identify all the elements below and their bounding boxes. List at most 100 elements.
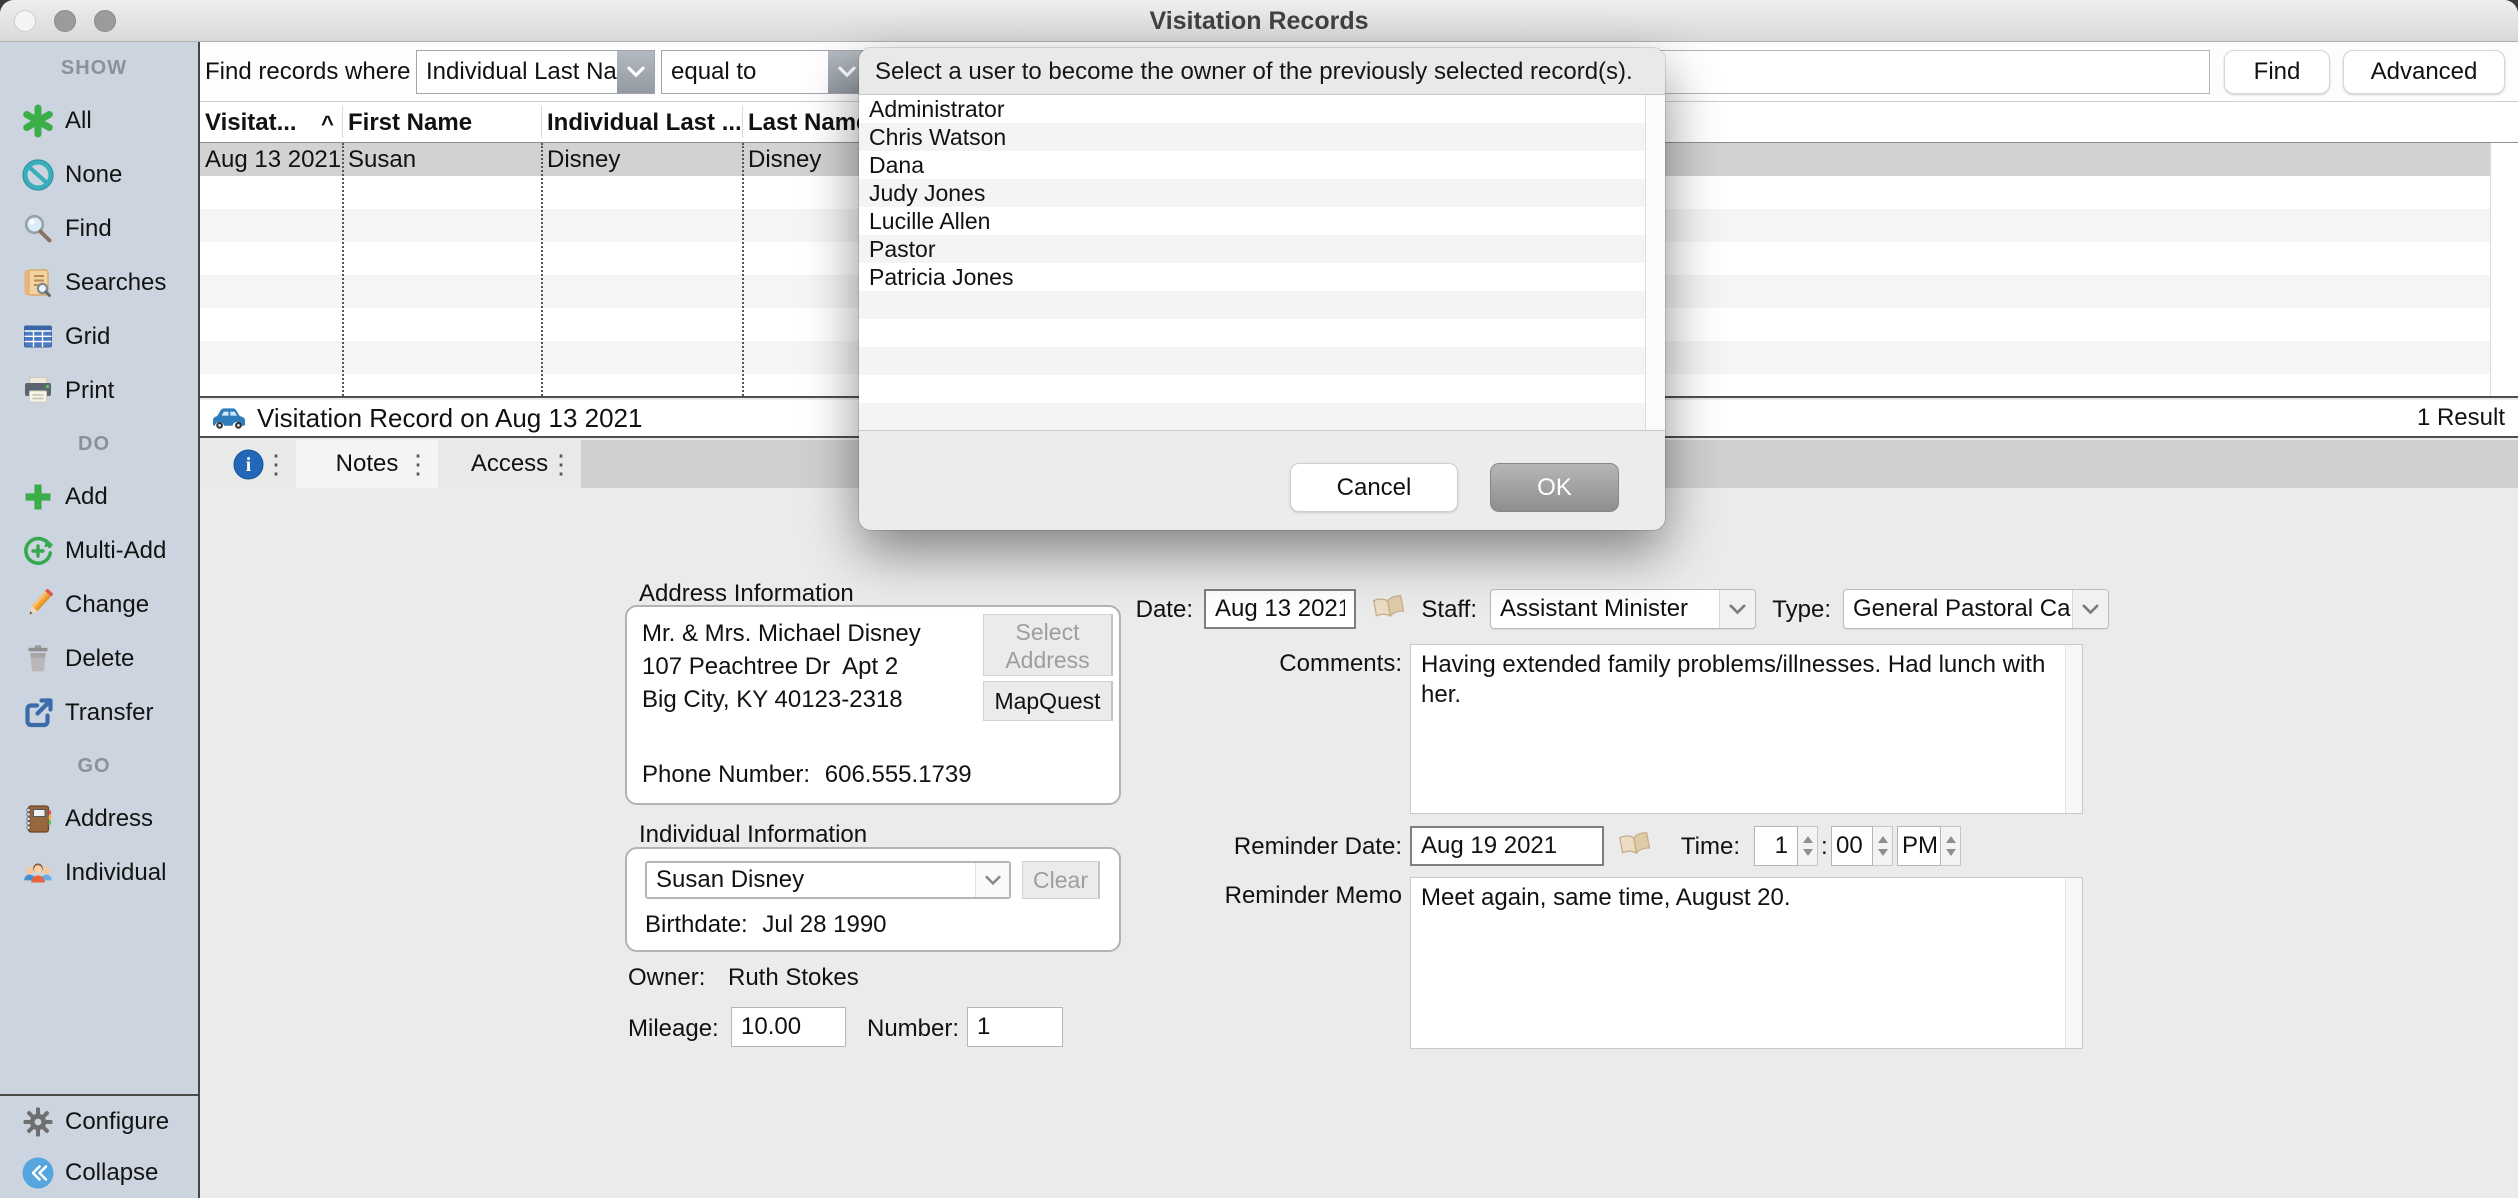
sidebar-item-transfer[interactable]: Transfer [0,686,198,740]
table-header-gutter [2490,102,2518,142]
column-header-individual-last-name[interactable]: Individual Last ... [547,102,742,143]
type-label: Type: [1690,596,1831,624]
reminder-date-label: Reminder Date: [1160,833,1402,861]
sidebar-section-go: GO [0,740,198,792]
info-icon: i [233,449,264,480]
column-header-first-name[interactable]: First Name [348,102,472,143]
sidebar-item-configure[interactable]: Configure [0,1096,198,1147]
sidebar-section-show: SHOW [0,42,198,94]
dialog-message: Select a user to become the owner of the… [859,48,1665,95]
magnifier-icon [21,212,55,246]
minute-stepper[interactable] [1873,826,1893,866]
chevron-down-icon [975,863,1009,897]
printer-icon [21,374,55,408]
ampm-stepper[interactable] [1941,826,1961,866]
mileage-input[interactable] [731,1007,846,1047]
comments-textarea[interactable]: Having extended family problems/illnesse… [1410,644,2083,814]
sidebar-item-change[interactable]: Change [0,578,198,632]
tab-menu-dots-icon[interactable] [263,440,289,488]
list-item-user[interactable]: Dana [859,151,1665,179]
clear-button[interactable]: Clear [1022,861,1100,899]
staff-label: Staff: [1340,596,1477,624]
sidebar-item-print[interactable]: Print [0,364,198,418]
individual-groupbox: Susan Disney Clear Birthdate: Jul 28 199… [625,847,1121,952]
tab-menu-dots-icon[interactable] [548,440,574,488]
cancel-button[interactable]: Cancel [1290,463,1458,512]
column-header-visit-date[interactable]: Visitat... [205,102,297,143]
grid-icon [21,320,55,354]
tab-access[interactable]: Access [438,440,581,488]
mapquest-button[interactable]: MapQuest [983,681,1113,721]
phone-value: 606.555.1739 [825,761,972,788]
reminder-memo-textarea[interactable]: Meet again, same time, August 20. [1410,877,2083,1049]
sidebar-item-collapse[interactable]: Collapse [0,1147,198,1198]
type-dropdown[interactable]: General Pastoral Ca [1843,589,2109,629]
reminder-date-input[interactable] [1410,826,1604,866]
sidebar-item-searches[interactable]: Searches [0,256,198,310]
time-hour-input[interactable] [1754,826,1798,866]
find-field-dropdown[interactable]: Individual Last Nar [416,50,655,94]
hour-stepper[interactable] [1798,826,1818,866]
tab-menu-dots-icon[interactable] [405,440,431,488]
car-icon [209,405,249,431]
address-section-label: Address Information [639,580,854,608]
pencil-icon [21,588,55,622]
date-input[interactable] [1204,589,1356,629]
sidebar-item-grid[interactable]: Grid [0,310,198,364]
individual-section-label: Individual Information [639,821,867,849]
individual-name-combobox[interactable]: Susan Disney [645,861,1011,899]
find-records-label: Find records where [205,42,410,102]
column-divider [342,106,343,138]
table-scrollbar-gutter[interactable] [2490,143,2518,396]
time-minute-input[interactable] [1831,826,1873,866]
advanced-find-button[interactable]: Advanced Find [2343,50,2505,94]
list-item-user[interactable]: Patricia Jones [859,263,1665,291]
list-item-user[interactable]: Administrator [859,95,1665,123]
sidebar-item-delete[interactable]: Delete [0,632,198,686]
column-divider-dotted [541,143,543,396]
sidebar-item-address[interactable]: Address [0,792,198,846]
collapse-chevrons-icon [21,1156,55,1190]
result-count: 1 Result [2417,404,2505,432]
sidebar-item-none[interactable]: None [0,148,198,202]
column-divider [541,106,542,138]
time-separator: : [1821,833,1828,861]
phone-label: Phone Number: [642,761,810,788]
ok-button[interactable]: OK [1490,463,1619,512]
address-book-icon [21,802,55,836]
list-item-user[interactable]: Lucille Allen [859,207,1665,235]
select-owner-dialog: Select a user to become the owner of the… [859,48,1665,530]
comments-label: Comments: [1200,650,1402,678]
time-label: Time: [1640,833,1740,861]
tab-info[interactable]: i [200,440,296,488]
trash-icon [21,642,55,676]
chevron-down-icon [2072,590,2108,628]
date-label: Date: [1080,596,1193,624]
number-input[interactable] [967,1007,1063,1047]
time-ampm-input[interactable] [1897,826,1941,866]
find-button[interactable]: Find [2224,50,2330,94]
column-divider-dotted [742,143,744,396]
list-scrollbar-gutter[interactable] [1645,95,1665,430]
title-bar: Visitation Records [0,0,2518,42]
sidebar-item-all[interactable]: All [0,94,198,148]
sort-asc-icon: ^ [321,102,334,143]
sidebar-section-do: DO [0,418,198,470]
list-item-user[interactable]: Pastor [859,235,1665,263]
list-item-user[interactable]: Judy Jones [859,179,1665,207]
saved-searches-icon [21,266,55,300]
share-arrow-icon [21,696,55,730]
tab-notes[interactable]: Notes [296,440,438,488]
sidebar-item-multi-add[interactable]: Multi-Add [0,524,198,578]
mileage-label: Mileage: [628,1015,719,1043]
list-item-user[interactable]: Chris Watson [859,123,1665,151]
sidebar-item-individual[interactable]: Individual [0,846,198,900]
sidebar-item-add[interactable]: Add [0,470,198,524]
column-header-last-name[interactable]: Last Name [748,102,869,143]
plus-icon [21,480,55,514]
no-entry-icon [21,158,55,192]
sidebar-item-find[interactable]: Find [0,202,198,256]
app-window: Visitation Records SHOW All None Find Se… [0,0,2518,1198]
column-divider [742,106,743,138]
find-operator-dropdown[interactable]: equal to [661,50,866,94]
